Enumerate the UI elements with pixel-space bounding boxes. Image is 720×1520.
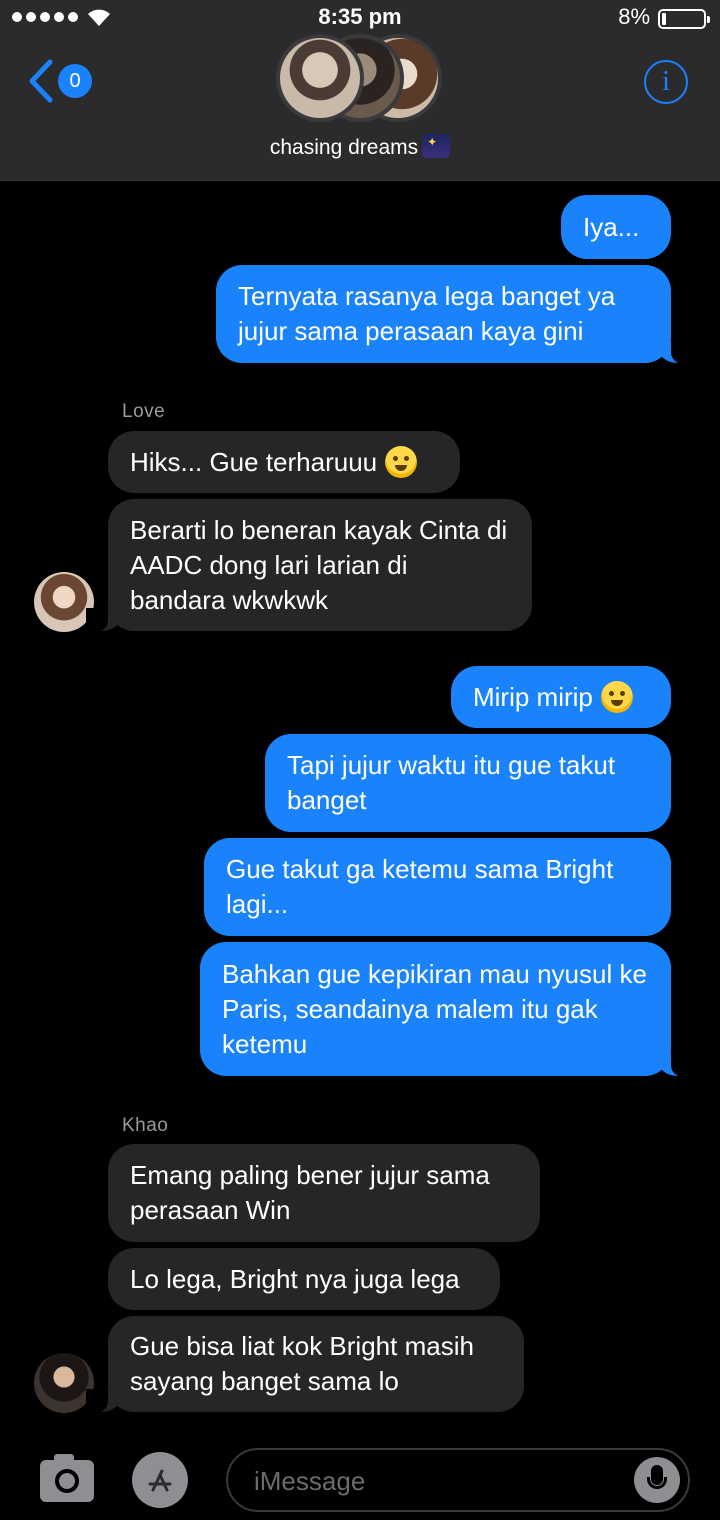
incoming-message[interactable]: Lo lega, Bright nya juga lega (108, 1248, 500, 1310)
crying-face-emoji-icon (385, 446, 418, 478)
incoming-message[interactable]: Hiks... Gue terharuuu (108, 431, 460, 493)
night-with-stars-emoji-icon (422, 134, 451, 158)
message-text: Mirip mirip (473, 681, 593, 712)
outgoing-message[interactable]: Ternyata rasanya lega banget ya jujur sa… (216, 265, 693, 364)
sender-name: Love (122, 401, 166, 422)
tears-of-joy-emoji-icon (600, 681, 633, 713)
message-text: Gue bisa liat kok Bright masih sayang ba… (130, 1331, 474, 1396)
message-text: Ternyata rasanya lega banget ya jujur sa… (238, 281, 616, 346)
group-member-avatar (276, 34, 364, 122)
message-text: Gue takut ga ketemu sama Bright lagi... (226, 854, 614, 919)
chevron-left-icon (29, 59, 53, 103)
battery-percentage: 8% (618, 4, 650, 29)
microphone-icon[interactable] (634, 1457, 680, 1503)
status-bar: 8:35 pm 8% (0, 0, 720, 38)
incoming-message[interactable]: Emang paling bener jujur sama perasaan W… (108, 1144, 540, 1242)
message-text: Berarti lo beneran kayak Cinta di AADC d… (130, 514, 508, 615)
message-text: Bahkan gue kepikiran mau nyusul ke Paris… (222, 958, 647, 1059)
group-name[interactable]: chasing dreams (0, 134, 720, 160)
message-text: Lo lega, Bright nya juga lega (130, 1263, 460, 1294)
message-text: Hiks... Gue terharuuu (130, 446, 378, 477)
incoming-message[interactable]: Gue bisa liat kok Bright masih sayang ba… (86, 1316, 524, 1413)
message-text: Emang paling bener jujur sama perasaan W… (130, 1160, 490, 1225)
message-text: Tapi jujur waktu itu gue takut banget (287, 750, 616, 815)
app-store-glyph-icon (148, 1469, 172, 1492)
sender-name: Khao (122, 1115, 169, 1136)
unread-badge: 0 (58, 64, 92, 98)
outgoing-message[interactable]: Tapi jujur waktu itu gue takut banget (265, 734, 671, 832)
message-text: Iya... (583, 211, 640, 242)
sender-avatar-khao[interactable] (34, 1353, 94, 1413)
app-store-icon[interactable] (132, 1452, 188, 1508)
conversation-header: 8:35 pm 8% 0 chasing dreams i (0, 0, 720, 181)
outgoing-message[interactable]: Mirip mirip (451, 666, 671, 728)
group-avatars[interactable] (276, 34, 446, 124)
incoming-message[interactable]: Berarti lo beneran kayak Cinta di AADC d… (86, 499, 532, 632)
info-button[interactable]: i (644, 60, 688, 104)
imessage-field[interactable] (226, 1448, 690, 1512)
outgoing-message[interactable]: Bahkan gue kepikiran mau nyusul ke Paris… (200, 942, 693, 1077)
group-name-text: chasing dreams (269, 136, 419, 159)
outgoing-message[interactable]: Gue takut ga ketemu sama Bright lagi... (204, 838, 671, 936)
status-time: 8:35 pm (318, 4, 402, 29)
battery-icon (658, 9, 710, 29)
info-icon: i (662, 66, 670, 97)
back-button[interactable]: 0 (26, 56, 96, 106)
compose-bar (0, 1430, 720, 1520)
message-input[interactable] (254, 1460, 634, 1502)
outgoing-message[interactable]: Iya... (561, 195, 671, 259)
sender-avatar-love[interactable] (34, 572, 94, 632)
camera-icon[interactable] (40, 1454, 94, 1502)
